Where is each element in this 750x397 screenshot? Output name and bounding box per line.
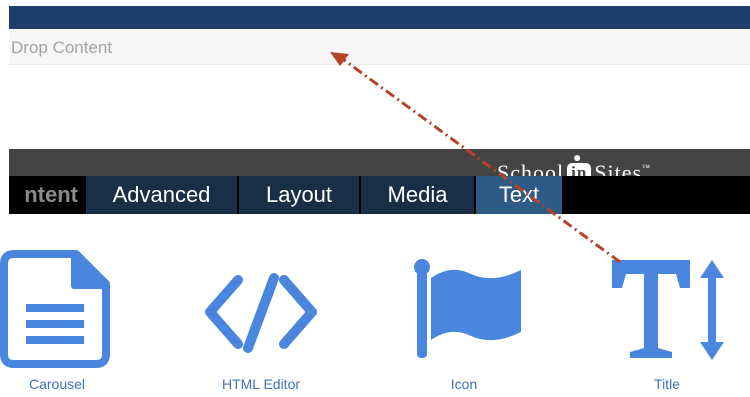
document-icon (0, 250, 110, 368)
drop-zone-label: Drop Content (11, 38, 113, 57)
widget-label: Carousel (28, 376, 86, 392)
tab-media[interactable]: Media (361, 176, 476, 214)
tab-text[interactable]: Text (476, 176, 562, 214)
tab-label: Text (498, 182, 540, 207)
widget-label: Title (654, 376, 680, 392)
flag-icon (414, 259, 521, 358)
code-icon (205, 273, 317, 353)
tab-label: Layout (265, 182, 333, 207)
header-bar (9, 6, 750, 29)
brand-logo: School in Sites™ ● (497, 151, 651, 176)
tab-layout[interactable]: Layout (239, 176, 361, 214)
widget-label: Icon (450, 376, 478, 392)
text-height-icon (612, 260, 724, 360)
tab-label: ntent (24, 182, 78, 207)
brand-right: Sites (594, 160, 643, 176)
apple-icon: ● (573, 151, 583, 166)
brand-bar: School in Sites™ ● (9, 149, 750, 176)
tab-label: Media (387, 182, 448, 207)
drop-zone[interactable]: Drop Content (9, 30, 750, 65)
tab-bar: ntent Advanced Layout Media Text (9, 176, 750, 214)
tab-label: Advanced (112, 182, 211, 207)
widget-label: HTML Editor (221, 376, 301, 392)
brand-left: School (497, 160, 565, 176)
tab-advanced[interactable]: Advanced (86, 176, 239, 214)
tab-content[interactable]: ntent (9, 176, 86, 214)
brand-mark: ™ (642, 163, 651, 172)
